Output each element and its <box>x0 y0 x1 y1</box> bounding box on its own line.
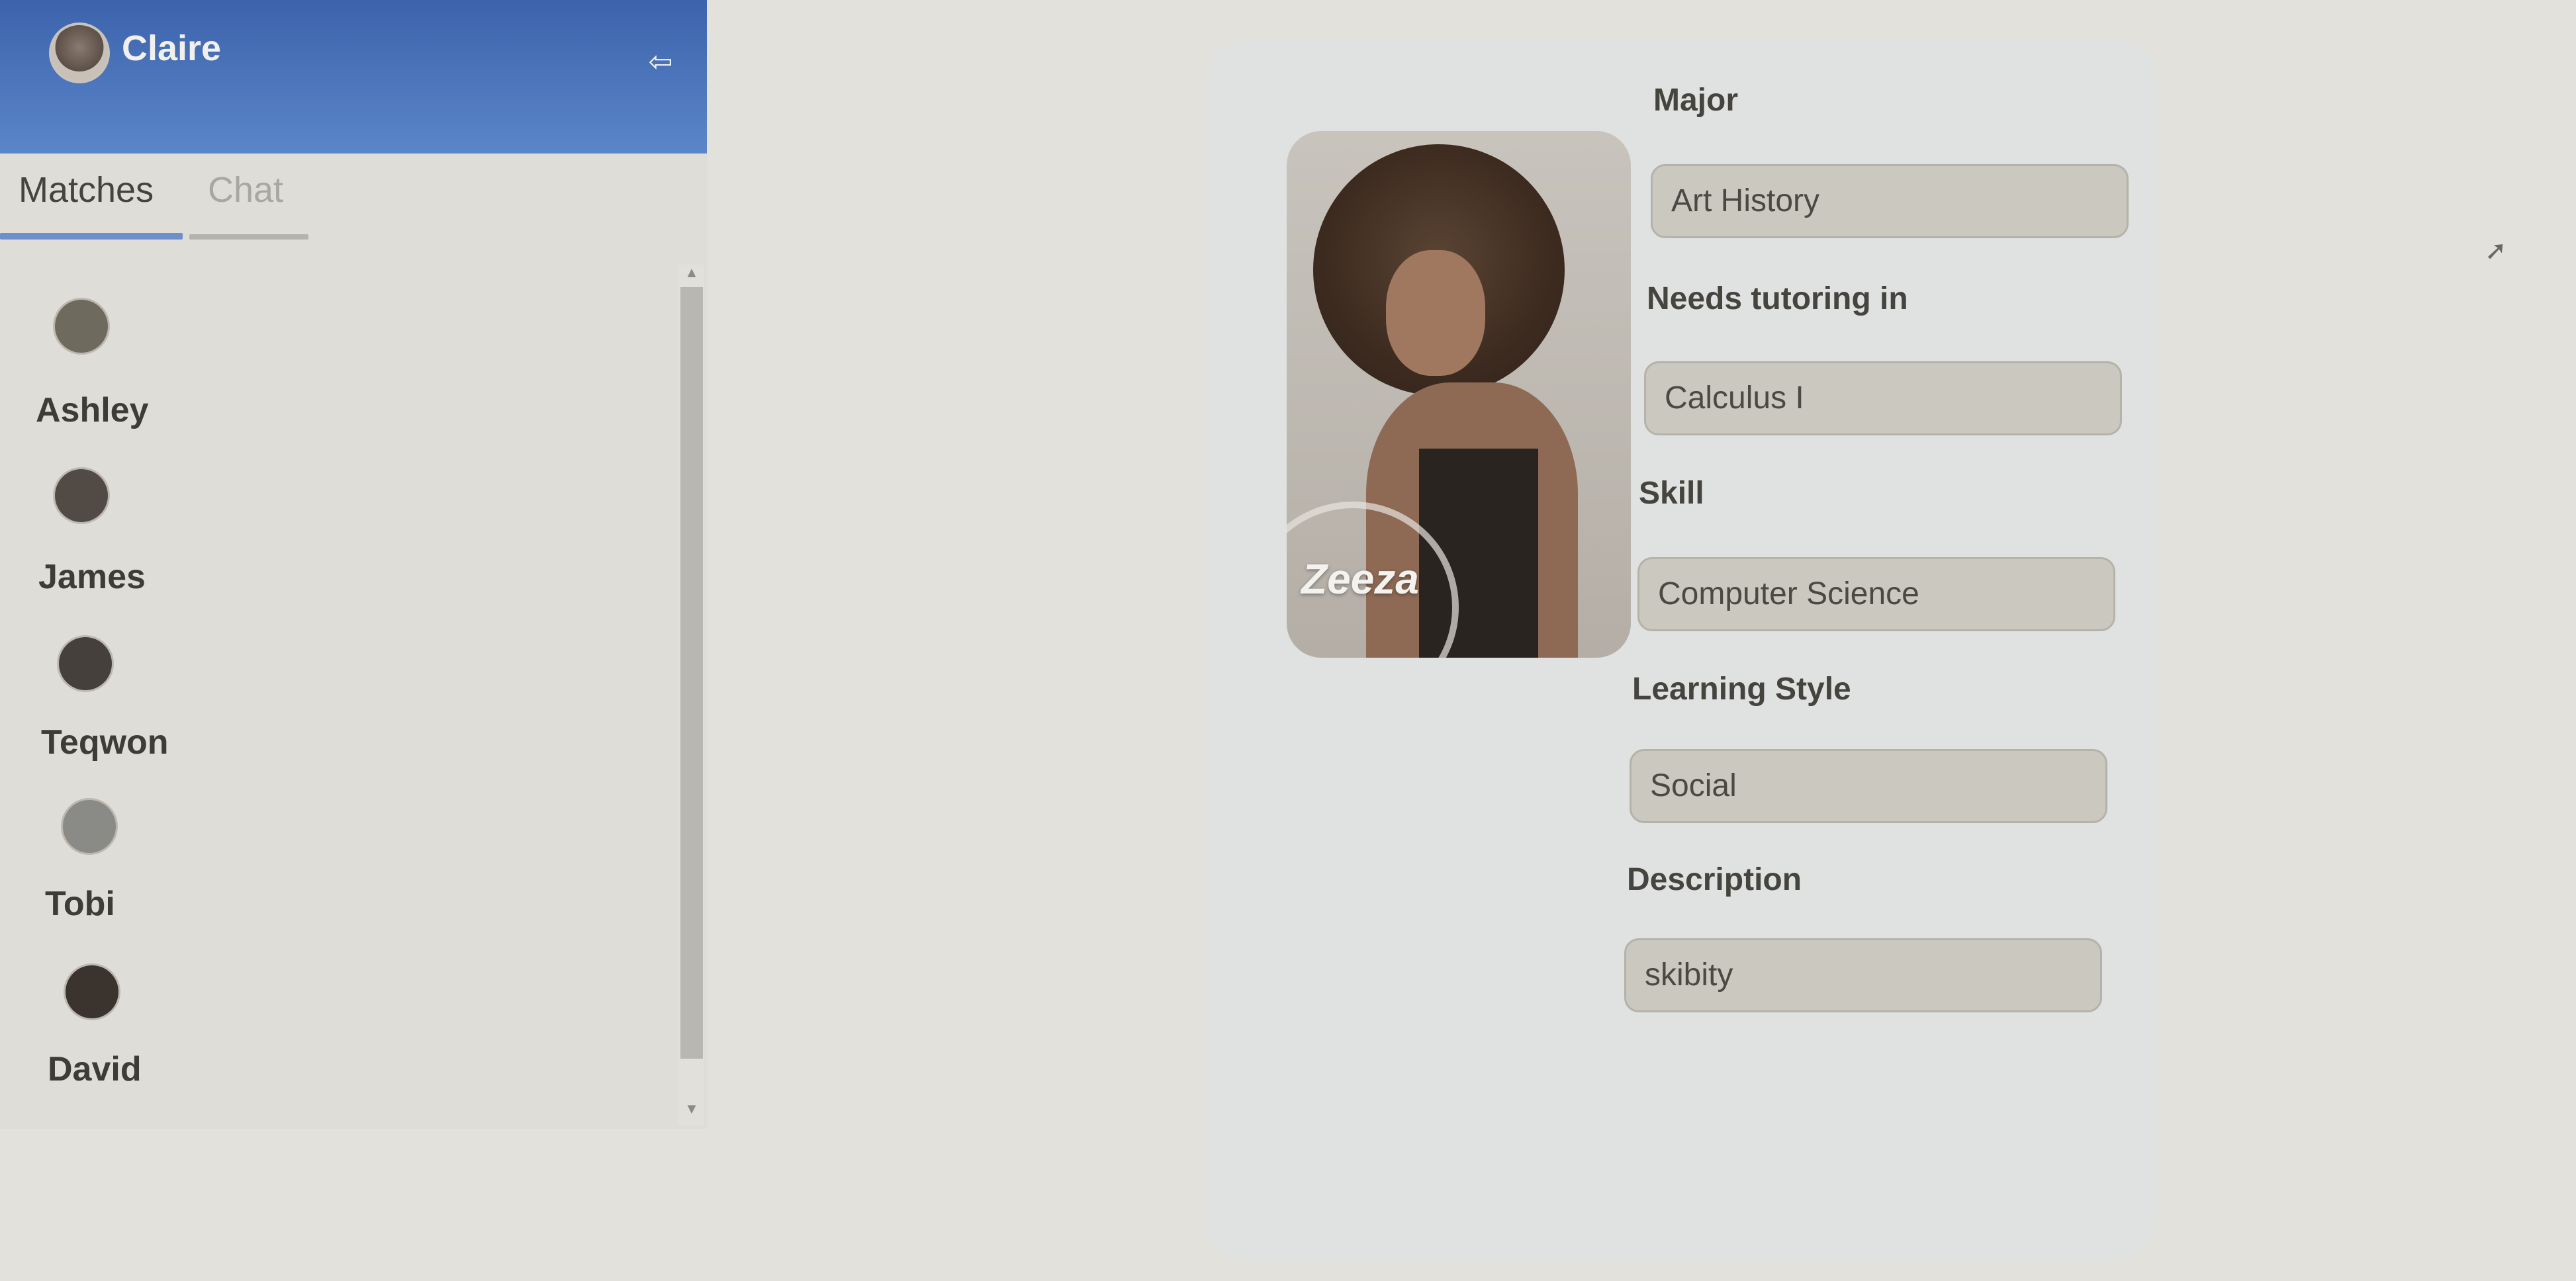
match-name: David <box>48 1050 142 1088</box>
tab-chat-underline <box>189 234 308 240</box>
tab-matches-underline <box>0 233 183 240</box>
user-avatar[interactable] <box>49 22 110 83</box>
sidebar-header: Claire ⇦ <box>0 0 707 154</box>
match-name: Tobi <box>45 885 115 923</box>
learning-style-label: Learning Style <box>1632 672 1851 707</box>
scrollbar-thumb[interactable] <box>680 287 703 1059</box>
tab-matches[interactable]: Matches <box>19 167 154 213</box>
profile-photo: Zeeza <box>1287 131 1631 658</box>
match-item-teqwon[interactable]: Teqwon <box>0 599 596 765</box>
match-list: Ashley James Teqwon Tobi David <box>0 265 675 1125</box>
photo-face <box>1386 250 1485 376</box>
scroll-up-arrow-icon[interactable]: ▲ <box>682 265 702 281</box>
major-label: Major <box>1653 83 1739 118</box>
match-item-james[interactable]: James <box>0 434 596 599</box>
collapse-sidebar-icon[interactable]: ⇦ <box>643 45 678 79</box>
scroll-down-arrow-icon[interactable]: ▼ <box>682 1101 702 1117</box>
tab-chat[interactable]: Chat <box>208 167 283 213</box>
avatar <box>53 298 110 355</box>
avatar <box>64 963 120 1020</box>
skill-label: Skill <box>1639 476 1704 511</box>
user-name: Claire <box>122 28 222 68</box>
match-name: James <box>38 558 146 596</box>
major-field[interactable]: Art History <box>1651 164 2129 238</box>
needs-tutoring-field[interactable]: Calculus I <box>1644 361 2122 435</box>
match-item-ashley[interactable]: Ashley <box>0 265 596 430</box>
avatar <box>57 635 114 692</box>
description-label: Description <box>1627 862 1802 897</box>
avatar <box>61 798 118 855</box>
match-name: Ashley <box>36 391 149 429</box>
match-name: Teqwon <box>41 723 169 762</box>
skill-field[interactable]: Computer Science <box>1637 557 2115 631</box>
match-item-david[interactable]: David <box>0 930 596 1096</box>
mouse-cursor-icon: ➚ <box>2485 236 2507 265</box>
description-field[interactable]: skibity <box>1624 938 2102 1012</box>
learning-style-field[interactable]: Social <box>1630 749 2107 823</box>
profile-name: Zeeza <box>1301 555 1419 603</box>
match-item-tobi[interactable]: Tobi <box>0 765 596 930</box>
sidebar: Claire ⇦ Matches Chat Ashley James Teqwo… <box>0 0 707 1129</box>
avatar <box>53 467 110 524</box>
needs-tutoring-label: Needs tutoring in <box>1647 281 1908 316</box>
